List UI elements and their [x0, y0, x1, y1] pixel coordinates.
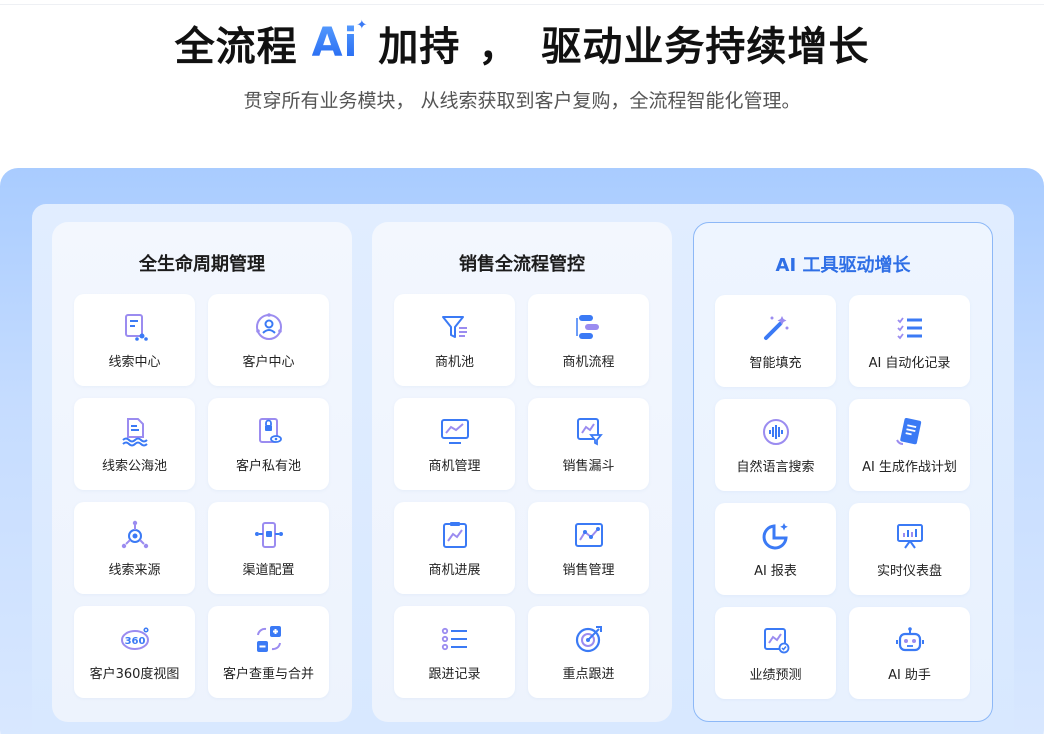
tile-label: 商机进展 — [428, 562, 481, 578]
column-sales-process: 销售全流程管控 商机池 商机流程 商机管理 销售漏斗 商机进展 销售管理 跟进记… — [372, 222, 672, 722]
svg-text:360: 360 — [124, 636, 145, 647]
tile-label: 智能填充 — [749, 355, 802, 371]
tile-label: 客户私有池 — [235, 458, 301, 474]
hero-title-comma: ， — [478, 24, 520, 70]
tile-lead-center[interactable]: 线索中心 — [74, 294, 195, 386]
funnel-icon — [441, 315, 467, 338]
magic-wand-icon — [763, 315, 788, 340]
tile-label: 渠道配置 — [242, 562, 295, 578]
tile-private-pool[interactable]: 客户私有池 — [208, 398, 329, 490]
hero-title-mid: 加持 — [378, 24, 461, 70]
tile-label: 实时仪表盘 — [876, 563, 942, 579]
tile-label: 重点跟进 — [562, 666, 615, 682]
target-icon — [575, 625, 602, 652]
tile-label: 业绩预测 — [749, 667, 802, 683]
flow-icon — [575, 314, 599, 339]
tile-label: 商机池 — [434, 354, 474, 370]
tile-channel-config[interactable]: 渠道配置 — [208, 502, 329, 594]
tile-ai-battle-plan[interactable]: AI 生成作战计划 — [849, 399, 970, 491]
hero-subtitle: 贯穿所有业务模块， 从线索获取到客户复购，全流程智能化管理。 — [243, 90, 801, 112]
tile-key-follow-up[interactable]: 重点跟进 — [528, 606, 649, 698]
tile-view-360[interactable]: 360 客户360度视图 — [74, 606, 195, 698]
tile-label: AI 报表 — [754, 563, 797, 579]
tile-opportunity-flow[interactable]: 商机流程 — [528, 294, 649, 386]
plan-doc-icon — [895, 417, 921, 445]
top-divider — [0, 4, 1044, 5]
tile-opportunity-management[interactable]: 商机管理 — [394, 398, 515, 490]
tile-nl-search[interactable]: 自然语言搜索 — [715, 399, 836, 491]
tile-performance-forecast[interactable]: 业绩预测 — [715, 607, 836, 699]
feature-grid: 智能填充 AI 自动化记录 自然语言搜索 AI 生成作战计划 AI 报表 实时仪… — [715, 295, 971, 699]
column-ai-tools: AI 工具驱动增长 智能填充 AI 自动化记录 自然语言搜索 AI 生成作战计划 — [693, 222, 993, 722]
tile-dedupe-merge[interactable]: 客户查重与合并 — [208, 606, 329, 698]
tile-ai-assistant[interactable]: AI 助手 — [849, 607, 970, 699]
view-360-icon: 360 — [120, 626, 149, 650]
tile-label: AI 生成作战计划 — [862, 459, 957, 475]
lead-doc-icon — [124, 313, 148, 341]
sales-line-icon — [574, 522, 603, 547]
source-graph-icon — [121, 520, 148, 548]
tile-label: 商机管理 — [428, 458, 481, 474]
feature-panel-inner: 全生命周期管理 线索中心 客户中心 线索公海池 客户私有池 线索来源 渠道配置 … — [32, 204, 1014, 734]
channel-config-icon — [254, 521, 283, 548]
feature-grid: 线索中心 客户中心 线索公海池 客户私有池 线索来源 渠道配置 360 客户36… — [74, 294, 330, 698]
checklist-icon — [441, 627, 467, 650]
tile-realtime-dashboard[interactable]: 实时仪表盘 — [849, 503, 970, 595]
tile-label: 客户查重与合并 — [222, 666, 314, 682]
sales-funnel-icon — [576, 417, 603, 445]
tile-label: 线索中心 — [108, 354, 161, 370]
pie-chart-icon — [762, 522, 788, 549]
feature-panel: 全生命周期管理 线索中心 客户中心 线索公海池 客户私有池 线索来源 渠道配置 … — [0, 168, 1044, 734]
ai-badge: Ai ✦ — [311, 18, 367, 66]
hero-title-left: 全流程 — [174, 24, 298, 70]
feature-grid: 商机池 商机流程 商机管理 销售漏斗 商机进展 销售管理 跟进记录 重点跟进 — [394, 294, 650, 698]
tile-label: AI 助手 — [888, 667, 931, 683]
tile-sales-funnel[interactable]: 销售漏斗 — [528, 398, 649, 490]
tile-label: 线索来源 — [108, 562, 161, 578]
tile-label: 线索公海池 — [101, 458, 167, 474]
tile-follow-up-records[interactable]: 跟进记录 — [394, 606, 515, 698]
column-lifecycle: 全生命周期管理 线索中心 客户中心 线索公海池 客户私有池 线索来源 渠道配置 … — [52, 222, 352, 722]
column-title: 全生命周期管理 — [139, 254, 265, 275]
column-title: AI 工具驱动增长 — [775, 255, 911, 276]
customer-network-icon — [255, 312, 282, 340]
private-pool-icon — [258, 417, 282, 443]
tile-label: 跟进记录 — [428, 666, 481, 682]
column-title: 销售全流程管控 — [459, 254, 585, 275]
tile-opportunity-progress[interactable]: 商机进展 — [394, 502, 515, 594]
lead-pool-icon — [121, 417, 148, 446]
monitor-chart-icon — [440, 418, 469, 444]
tile-lead-source[interactable]: 线索来源 — [74, 502, 195, 594]
tile-sales-management[interactable]: 销售管理 — [528, 502, 649, 594]
tile-lead-pool[interactable]: 线索公海池 — [74, 398, 195, 490]
tile-label: 销售漏斗 — [562, 458, 615, 474]
hero-title: 全流程 Ai ✦ 加持 ， 驱动业务持续增长 — [175, 14, 870, 72]
hero-section: 全流程 Ai ✦ 加持 ， 驱动业务持续增长 贯穿所有业务模块， 从线索获取到客户… — [0, 14, 1044, 113]
clipboard-chart-icon — [442, 521, 467, 548]
tile-label: 客户中心 — [242, 354, 295, 370]
tile-customer-center[interactable]: 客户中心 — [208, 294, 329, 386]
list-check-icon — [896, 316, 922, 339]
tile-label: AI 自动化记录 — [868, 355, 951, 371]
tile-ai-auto-record[interactable]: AI 自动化记录 — [849, 295, 970, 387]
forecast-icon — [763, 627, 789, 653]
dashboard-icon — [896, 523, 923, 549]
merge-icon — [256, 625, 281, 652]
sparkle-icon: ✦ — [356, 18, 369, 33]
robot-icon — [895, 626, 924, 651]
hero-title-right: 驱动业务持续增长 — [541, 24, 870, 70]
tile-label: 客户360度视图 — [89, 666, 180, 682]
voice-icon — [762, 418, 789, 445]
tile-opportunity-pool[interactable]: 商机池 — [394, 294, 515, 386]
tile-smart-fill[interactable]: 智能填充 — [715, 295, 836, 387]
tile-ai-report[interactable]: AI 报表 — [715, 503, 836, 595]
tile-label: 销售管理 — [562, 562, 615, 578]
tile-label: 自然语言搜索 — [736, 459, 815, 475]
ai-badge-text: Ai — [311, 20, 359, 66]
tile-label: 商机流程 — [562, 354, 615, 370]
